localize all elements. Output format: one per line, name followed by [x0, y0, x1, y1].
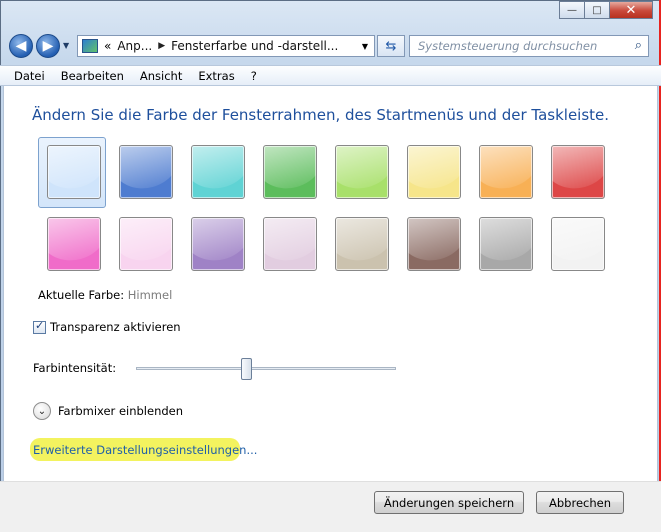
color-swatch[interactable]: [263, 145, 317, 199]
menu-file[interactable]: Datei: [14, 69, 45, 83]
address-bar[interactable]: « Anp... ▶ Fensterfarbe und -darstell...…: [77, 35, 375, 57]
search-input[interactable]: [416, 38, 630, 54]
color-swatch[interactable]: [191, 217, 245, 271]
back-arrow-icon: ◀: [15, 38, 27, 54]
color-swatch[interactable]: [335, 145, 389, 199]
navigation-bar: ◀ ▶ ▼ « Anp... ▶ Fensterfarbe und -darst…: [0, 31, 661, 63]
control-panel-icon: [82, 39, 98, 53]
search-icon[interactable]: ⌕: [635, 38, 642, 53]
color-swatch[interactable]: [479, 217, 533, 271]
color-swatch[interactable]: [47, 217, 101, 271]
maximize-icon: □: [592, 4, 602, 16]
expand-chevron-icon[interactable]: ⌄: [33, 402, 51, 420]
intensity-slider[interactable]: [136, 358, 396, 380]
color-swatch[interactable]: [551, 217, 605, 271]
caption-buttons: — □ ✕: [559, 1, 653, 19]
color-swatch[interactable]: [47, 145, 101, 199]
menu-view[interactable]: Ansicht: [140, 69, 182, 83]
refresh-button[interactable]: ⇆: [377, 35, 405, 57]
maximize-button[interactable]: □: [584, 1, 610, 19]
back-button[interactable]: ◀: [9, 34, 33, 58]
transparency-checkbox[interactable]: [33, 319, 46, 334]
refresh-icon: ⇆: [385, 38, 397, 54]
color-swatch[interactable]: [119, 145, 173, 199]
current-color: Aktuelle Farbe: Himmel: [38, 288, 172, 302]
transparency-label[interactable]: Transparenz aktivieren: [50, 320, 181, 334]
menu-bar: Datei Bearbeiten Ansicht Extras ?: [0, 65, 661, 86]
color-swatch[interactable]: [479, 145, 533, 199]
minimize-icon: —: [567, 4, 577, 16]
color-mixer-label[interactable]: Farbmixer einblenden: [58, 404, 183, 418]
breadcrumb-separator-icon[interactable]: ▶: [158, 41, 165, 51]
save-changes-button[interactable]: Änderungen speichern: [374, 491, 524, 514]
current-color-value: Himmel: [127, 288, 173, 302]
menu-help[interactable]: ?: [251, 69, 257, 83]
breadcrumb-appearance[interactable]: Anp...: [117, 39, 152, 53]
advanced-appearance-link[interactable]: Erweiterte Darstellungseinstellungen...: [33, 443, 257, 457]
address-dropdown-icon[interactable]: ▼: [362, 42, 368, 51]
intensity-label: Farbintensität:: [33, 361, 117, 375]
menu-edit[interactable]: Bearbeiten: [61, 69, 124, 83]
color-swatch[interactable]: [407, 145, 461, 199]
color-swatch[interactable]: [191, 145, 245, 199]
close-icon: ✕: [625, 2, 637, 18]
chevron-down-icon: ▼: [63, 41, 70, 50]
menu-extras[interactable]: Extras: [198, 69, 234, 83]
color-swatch[interactable]: [335, 217, 389, 271]
minimize-button[interactable]: —: [559, 1, 585, 19]
page-title: Ändern Sie die Farbe der Fensterrahmen, …: [32, 106, 610, 124]
forward-arrow-icon: ▶: [42, 38, 54, 54]
current-color-label: Aktuelle Farbe:: [38, 288, 125, 302]
overflow-chevron-icon[interactable]: «: [104, 39, 111, 53]
transparency-option[interactable]: Transparenz aktivieren: [33, 319, 181, 334]
cancel-button[interactable]: Abbrechen: [536, 491, 624, 514]
breadcrumb-window-color[interactable]: Fensterfarbe und -darstell...: [171, 39, 338, 53]
button-bar: Änderungen speichern Abbrechen: [0, 481, 661, 532]
color-swatch[interactable]: [551, 145, 605, 199]
history-dropdown[interactable]: ▼: [63, 41, 69, 50]
window: — □ ✕ ◀ ▶ ▼ « Anp... ▶ Fensterfarbe und …: [0, 0, 661, 532]
color-mixer-toggle[interactable]: ⌄ Farbmixer einblenden: [33, 402, 183, 420]
color-swatch[interactable]: [119, 217, 173, 271]
search-box[interactable]: ⌕: [409, 35, 649, 57]
intensity-slider-thumb[interactable]: [241, 358, 253, 380]
forward-button[interactable]: ▶: [36, 34, 60, 58]
color-swatch[interactable]: [263, 217, 317, 271]
content-area: Ändern Sie die Farbe der Fensterrahmen, …: [3, 86, 658, 481]
color-swatch[interactable]: [407, 217, 461, 271]
close-button[interactable]: ✕: [609, 1, 653, 19]
